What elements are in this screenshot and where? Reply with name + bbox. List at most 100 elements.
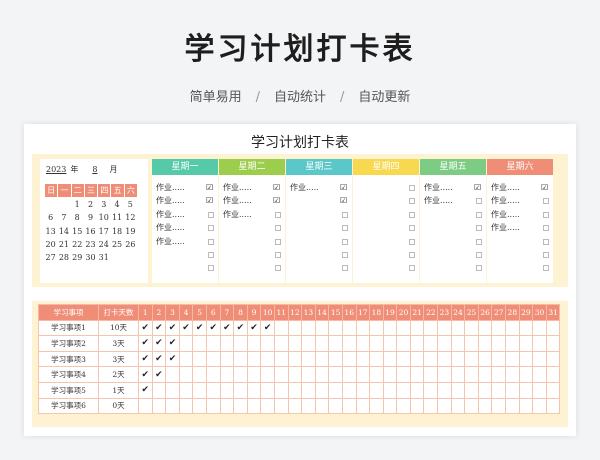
calendar-day[interactable]: 17 (97, 225, 110, 238)
day-cell[interactable] (219, 381, 235, 399)
checkbox[interactable] (543, 211, 549, 218)
day-cell[interactable] (260, 381, 275, 399)
day-cell[interactable]: ✔ (260, 319, 275, 337)
checked-checkbox[interactable]: ☑ (541, 184, 549, 192)
item-cell[interactable]: 学习事项1 (38, 319, 99, 337)
day-cell[interactable] (355, 397, 371, 415)
day-cell[interactable] (450, 350, 466, 368)
day-cell[interactable] (382, 366, 398, 383)
day-cell[interactable] (233, 366, 248, 383)
calendar-day[interactable]: 15 (71, 225, 84, 238)
calendar-day[interactable]: 8 (71, 211, 84, 224)
day-cell[interactable] (165, 366, 180, 383)
day-cell[interactable] (423, 366, 439, 383)
day-cell[interactable] (518, 319, 534, 337)
calendar-day[interactable]: 5 (124, 198, 137, 211)
day-cell[interactable] (178, 335, 194, 352)
day-cell[interactable]: ✔ (151, 335, 167, 352)
day-cell[interactable] (301, 397, 316, 415)
day-cell[interactable] (178, 350, 194, 368)
day-cell[interactable] (518, 366, 534, 383)
item-cell[interactable]: 学习事项2 (38, 335, 99, 352)
calendar-day[interactable]: 20 (44, 238, 57, 251)
day-cell[interactable] (287, 381, 303, 399)
checkbox[interactable] (275, 252, 281, 258)
day-cell[interactable] (491, 319, 507, 337)
day-cell[interactable] (409, 381, 425, 399)
day-cell[interactable] (545, 319, 561, 337)
day-cell[interactable] (464, 319, 479, 337)
checkbox[interactable] (476, 225, 482, 232)
calendar-day[interactable] (110, 251, 123, 264)
calendar-day[interactable]: 10 (97, 211, 110, 224)
day-cell[interactable]: ✔ (165, 335, 180, 352)
day-cell[interactable] (505, 381, 520, 399)
checkbox[interactable] (409, 265, 415, 272)
day-cell[interactable]: ✔ (138, 381, 153, 399)
day-cell[interactable] (369, 397, 384, 415)
day-cell[interactable] (301, 381, 316, 399)
day-cell[interactable] (491, 350, 507, 368)
day-cell[interactable] (382, 335, 398, 352)
calendar-day[interactable]: 7 (57, 211, 70, 224)
day-cell[interactable]: ✔ (165, 319, 180, 337)
checkbox[interactable] (543, 252, 549, 258)
day-cell[interactable] (450, 381, 466, 399)
calendar-day[interactable] (57, 198, 70, 211)
day-cell[interactable] (246, 366, 262, 383)
day-cell[interactable] (233, 350, 248, 368)
checkbox[interactable] (476, 265, 482, 272)
day-cell[interactable] (545, 381, 561, 399)
day-cell[interactable] (219, 366, 235, 383)
checkbox[interactable] (208, 225, 214, 232)
day-cell[interactable] (205, 397, 221, 415)
day-cell[interactable] (464, 335, 479, 352)
day-cell[interactable] (192, 397, 207, 415)
calendar-day[interactable]: 19 (124, 225, 137, 238)
day-cell[interactable]: ✔ (138, 350, 153, 368)
day-cell[interactable] (219, 350, 235, 368)
day-cell[interactable]: ✔ (151, 366, 167, 383)
checkbox[interactable] (275, 238, 281, 245)
checkbox[interactable] (476, 198, 482, 205)
day-cell[interactable] (477, 397, 493, 415)
day-cell[interactable] (273, 350, 289, 368)
day-cell[interactable] (219, 397, 235, 415)
item-cell[interactable]: 学习事项3 (38, 350, 99, 368)
day-cell[interactable] (138, 397, 153, 415)
day-cell[interactable] (545, 397, 561, 415)
day-cell[interactable] (477, 319, 493, 337)
day-cell[interactable] (437, 350, 452, 368)
checkbox[interactable] (275, 265, 281, 272)
item-cell[interactable]: 学习事项6 (38, 397, 99, 415)
day-cell[interactable] (450, 319, 466, 337)
day-cell[interactable]: ✔ (178, 319, 194, 337)
day-cell[interactable] (464, 366, 479, 383)
day-cell[interactable] (532, 335, 547, 352)
day-cell[interactable] (205, 366, 221, 383)
day-cell[interactable] (409, 366, 425, 383)
checkbox[interactable] (543, 198, 549, 205)
calendar-month[interactable]: 8 (92, 165, 97, 174)
calendar-year[interactable]: 2023 (46, 165, 66, 174)
checked-checkbox[interactable]: ☑ (273, 197, 281, 205)
day-cell[interactable] (287, 397, 303, 415)
checked-checkbox[interactable]: ☑ (474, 184, 482, 192)
calendar-day[interactable]: 1 (71, 198, 84, 211)
checkbox[interactable] (275, 225, 281, 232)
day-cell[interactable] (355, 335, 371, 352)
day-cell[interactable] (369, 381, 384, 399)
checkbox[interactable] (543, 238, 549, 245)
day-cell[interactable] (464, 381, 479, 399)
day-cell[interactable] (437, 335, 452, 352)
day-cell[interactable] (151, 381, 167, 399)
day-cell[interactable] (165, 381, 180, 399)
checked-checkbox[interactable]: ☑ (273, 184, 281, 192)
day-cell[interactable] (382, 397, 398, 415)
day-cell[interactable] (423, 350, 439, 368)
day-cell[interactable] (396, 335, 411, 352)
day-cell[interactable] (464, 350, 479, 368)
day-cell[interactable] (491, 366, 507, 383)
day-cell[interactable] (314, 350, 330, 368)
day-cell[interactable] (260, 335, 275, 352)
